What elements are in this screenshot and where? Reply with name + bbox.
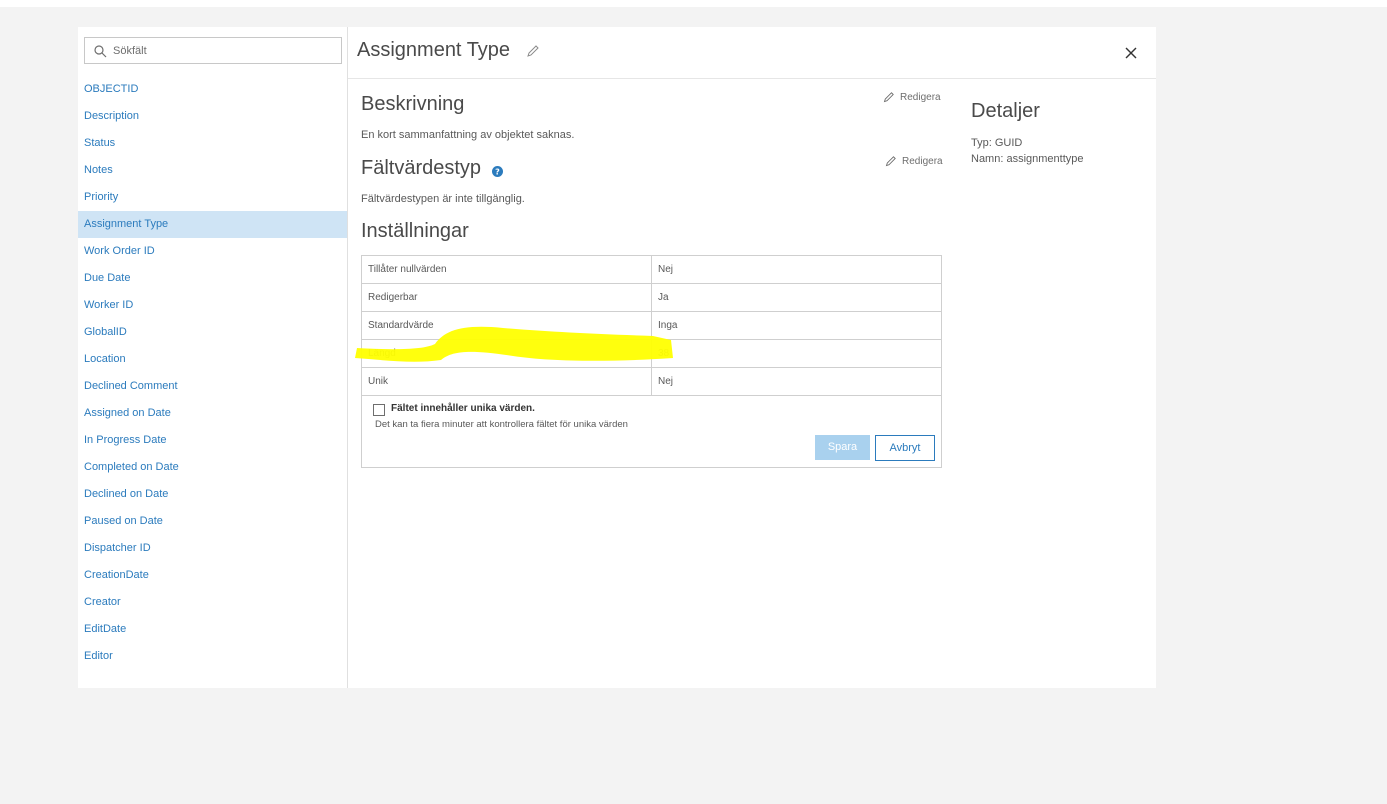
unique-values-checkbox[interactable] bbox=[373, 404, 385, 416]
settings-value: 38 bbox=[658, 348, 670, 359]
field-details-panel: OBJECTIDDescriptionStatusNotesPriorityAs… bbox=[78, 27, 1156, 688]
settings-row: Standardvärde Inga bbox=[362, 312, 941, 340]
search-input[interactable] bbox=[109, 38, 341, 63]
settings-row: Tillåter nullvärden Nej bbox=[362, 256, 941, 284]
sidebar-field-item[interactable]: Dispatcher ID bbox=[78, 535, 347, 562]
details-header: Assignment Type bbox=[348, 27, 1156, 79]
page-title: Assignment Type bbox=[357, 39, 511, 61]
close-icon[interactable] bbox=[1123, 45, 1139, 61]
settings-row: Längd 38 bbox=[362, 340, 941, 368]
sidebar-field-item[interactable]: OBJECTID bbox=[78, 76, 347, 103]
sidebar-field-item[interactable]: GlobalID bbox=[78, 319, 347, 346]
value-type-heading: Fältvärdestyp bbox=[361, 157, 482, 179]
settings-key: Unik bbox=[368, 376, 389, 387]
sidebar-field-item[interactable]: Completed on Date bbox=[78, 454, 347, 481]
settings-row: Redigerbar Ja bbox=[362, 284, 941, 312]
column-divider bbox=[651, 312, 652, 339]
pencil-icon bbox=[883, 92, 894, 103]
sidebar-field-item[interactable]: Status bbox=[78, 130, 347, 157]
search-icon bbox=[94, 45, 107, 58]
save-button[interactable]: Spara bbox=[815, 435, 870, 460]
sidebar-field-item[interactable]: Paused on Date bbox=[78, 508, 347, 535]
settings-key: Redigerbar bbox=[368, 292, 418, 303]
column-divider bbox=[651, 284, 652, 311]
sidebar-field-item[interactable]: Notes bbox=[78, 157, 347, 184]
settings-key: Tillåter nullvärden bbox=[368, 264, 447, 275]
sidebar-field-item[interactable]: In Progress Date bbox=[78, 427, 347, 454]
value-type-text: Fältvärdestypen är inte tillgänglig. bbox=[361, 193, 525, 205]
unique-values-hint: Det kan ta fiera minuter att kontrollera… bbox=[375, 419, 628, 430]
help-icon[interactable]: ? bbox=[492, 166, 503, 177]
sidebar-field-item[interactable]: CreationDate bbox=[78, 562, 347, 589]
sidebar-field-item[interactable]: Assigned on Date bbox=[78, 400, 347, 427]
sidebar-field-item[interactable]: Work Order ID bbox=[78, 238, 347, 265]
top-strip bbox=[0, 0, 1387, 7]
sidebar-field-item[interactable]: Location bbox=[78, 346, 347, 373]
details-name: Namn: assignmenttype bbox=[971, 153, 1084, 165]
column-divider bbox=[651, 340, 652, 367]
sidebar-field-item[interactable]: Declined Comment bbox=[78, 373, 347, 400]
sidebar-field-item[interactable]: EditDate bbox=[78, 616, 347, 643]
field-list: OBJECTID Description Status Notes Priority As… bbox=[78, 76, 347, 670]
description-edit-link[interactable]: Redigera bbox=[883, 91, 941, 103]
description-edit-label: Redigera bbox=[900, 91, 941, 103]
pencil-icon[interactable] bbox=[526, 44, 540, 58]
svg-text:?: ? bbox=[495, 168, 500, 177]
sidebar-field-item[interactable]: Editor bbox=[78, 643, 347, 670]
sidebar-field-item[interactable]: Creator bbox=[78, 589, 347, 616]
sidebar-field-item[interactable]: Priority bbox=[78, 184, 347, 211]
cancel-button[interactable]: Avbryt bbox=[875, 435, 935, 461]
description-text: En kort sammanfattning av objektet sakna… bbox=[361, 129, 575, 141]
settings-value: Nej bbox=[658, 376, 674, 387]
search-box bbox=[84, 37, 342, 64]
settings-key: Standardvärde bbox=[368, 320, 434, 331]
sidebar-field-item[interactable]: Worker ID bbox=[78, 292, 347, 319]
settings-table: Tillåter nullvärden Nej Redigerbar Ja Standa… bbox=[361, 255, 942, 468]
sidebar-field-item[interactable]: Assignment Type bbox=[78, 211, 347, 238]
value-type-edit-link[interactable]: Redigera bbox=[885, 155, 943, 167]
column-divider bbox=[651, 256, 652, 283]
sidebar-field-item[interactable]: Due Date bbox=[78, 265, 347, 292]
description-heading: Beskrivning bbox=[361, 93, 465, 115]
settings-row: Unik Nej bbox=[362, 368, 941, 396]
settings-value: Nej bbox=[658, 264, 674, 275]
sidebar-field-item[interactable]: Declined on Date bbox=[78, 481, 347, 508]
settings-key: Längd bbox=[368, 348, 396, 359]
pencil-icon bbox=[885, 156, 896, 167]
column-divider bbox=[651, 368, 652, 395]
value-type-edit-label: Redigera bbox=[902, 155, 943, 167]
unique-values-label: Fältet innehåller unika värden. bbox=[391, 403, 535, 414]
settings-value: Ja bbox=[658, 292, 669, 303]
details-heading: Detaljer bbox=[971, 100, 1040, 122]
settings-value: Inga bbox=[658, 320, 678, 331]
field-list-sidebar: OBJECTIDDescriptionStatusNotesPriorityAs… bbox=[78, 27, 348, 688]
sidebar-field-item[interactable]: Description bbox=[78, 103, 347, 130]
details-type: Typ: GUID bbox=[971, 137, 1023, 149]
settings-heading: Inställningar bbox=[361, 220, 469, 242]
